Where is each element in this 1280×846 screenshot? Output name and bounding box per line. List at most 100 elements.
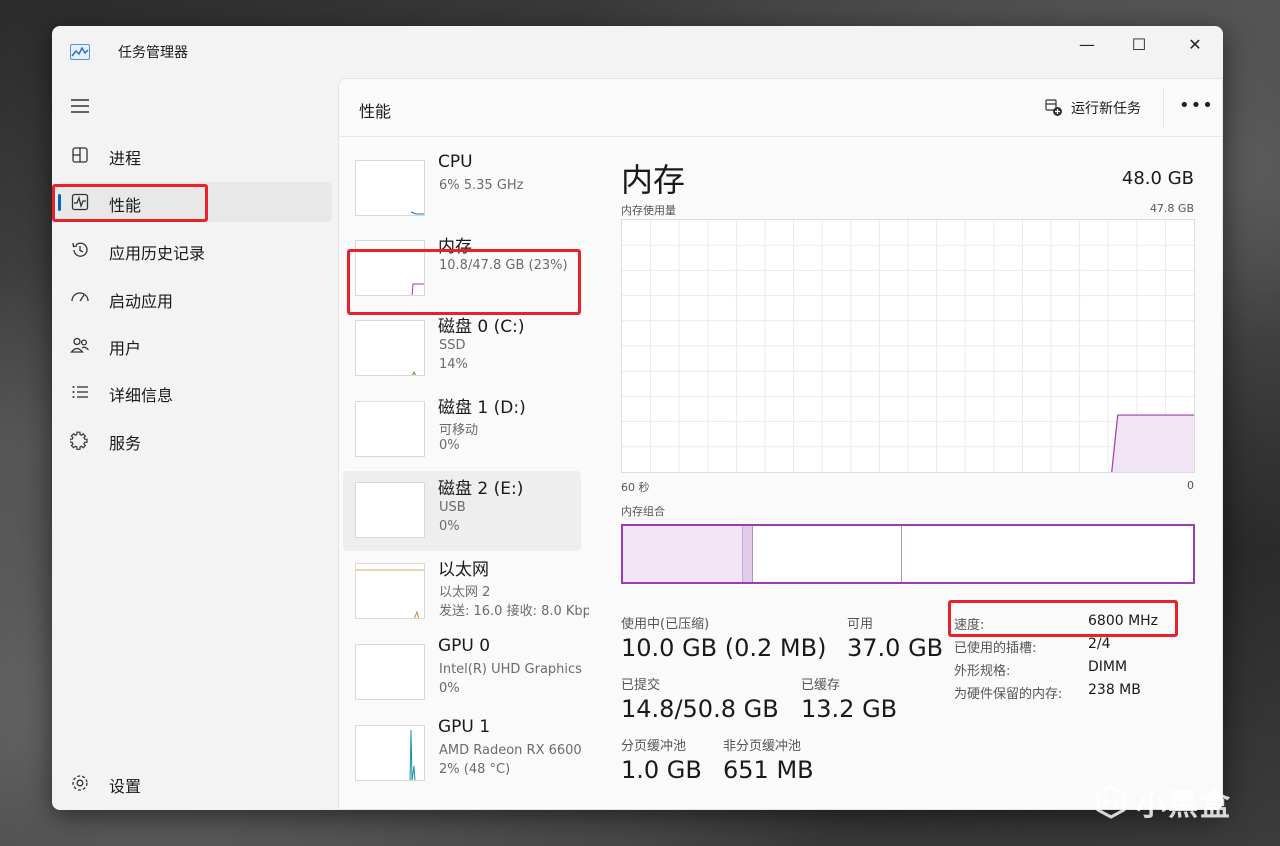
sidebar-item-label: 启动应用 <box>109 292 174 311</box>
sidebar-item-details[interactable]: 详细信息 <box>56 372 332 412</box>
resource-item-gpu-1[interactable]: GPU 1 AMD Radeon RX 6600 2% (48 °C) <box>343 714 582 794</box>
resource-subtitle: AMD Radeon RX 6600 <box>439 743 582 758</box>
resource-subtitle: Intel(R) UHD Graphics <box>439 662 582 677</box>
composition-divider <box>900 526 902 582</box>
run-task-icon <box>1045 99 1062 116</box>
more-options-button[interactable]: ••• <box>1179 95 1213 119</box>
spec-form-factor-label: 外形规格: <box>954 664 1011 679</box>
run-new-task-button[interactable]: 运行新任务 <box>1045 96 1141 120</box>
resource-name: CPU <box>438 152 473 172</box>
sidebar-item-app-history[interactable]: 应用历史记录 <box>56 230 332 270</box>
resource-name: 磁盘 0 (C:) <box>438 317 525 337</box>
graph-axis-right: 0 <box>1187 479 1194 492</box>
disk-2-thumbnail <box>355 482 425 538</box>
composition-divider <box>752 526 754 582</box>
stat-nonpaged-pool: 非分页缓冲池 651 MB <box>723 735 814 784</box>
memory-usage-area <box>1111 415 1194 472</box>
memory-usage-graph <box>621 219 1195 473</box>
detail-title: 内存 <box>621 161 686 199</box>
sidebar-item-label: 设置 <box>109 777 142 796</box>
sidebar-item-settings[interactable]: 设置 <box>56 763 332 803</box>
services-icon <box>70 431 88 450</box>
sidebar-item-label: 详细信息 <box>109 386 174 405</box>
watermark: 小黑盒 <box>1094 780 1232 824</box>
resource-item-ethernet[interactable]: 以太网 以太网 2 发送: 16.0 接收: 8.0 Kbps <box>343 552 589 632</box>
stat-committed: 已提交 14.8/50.8 GB <box>621 674 779 723</box>
stat-label: 使用中(已压缩) <box>621 617 710 632</box>
sidebar-item-users[interactable]: 用户 <box>56 325 332 365</box>
resource-throughput: 发送: 16.0 接收: 8.0 Kbps <box>439 604 589 619</box>
composition-label: 内存组合 <box>621 505 665 518</box>
processes-icon <box>72 147 88 163</box>
maximize-button[interactable]: ☐ <box>1116 26 1162 62</box>
sidebar-item-label: 应用历史记录 <box>109 244 206 263</box>
run-task-label: 运行新任务 <box>1071 101 1141 117</box>
disk-1-thumbnail <box>355 401 425 457</box>
spec-reserved-value: 238 MB <box>1088 682 1141 698</box>
minimize-button[interactable]: — <box>1064 26 1110 62</box>
stat-value: 1.0 GB <box>621 756 702 784</box>
stat-value: 37.0 GB <box>847 634 944 662</box>
content-header: 性能 运行新任务 ••• <box>339 79 1222 137</box>
resource-name: GPU 1 <box>438 717 491 737</box>
sidebar-item-startup-apps[interactable]: 启动应用 <box>56 278 332 318</box>
graph-title: 内存使用量 <box>621 204 676 217</box>
watermark-text: 小黑盒 <box>1136 788 1232 823</box>
sidebar-item-label: 用户 <box>109 339 142 358</box>
resource-name: 磁盘 2 (E:) <box>438 479 524 499</box>
spec-slots-label: 已使用的插槽: <box>954 641 1037 656</box>
resource-subtitle: 6% 5.35 GHz <box>439 178 524 193</box>
stat-available: 可用 37.0 GB <box>847 613 943 662</box>
minimize-icon: — <box>1079 34 1095 54</box>
resource-usage: 2% (48 °C) <box>439 762 511 777</box>
ethernet-thumbnail <box>355 563 425 619</box>
disk-0-thumbnail <box>355 320 425 376</box>
stat-label: 分页缓冲池 <box>621 739 687 754</box>
resource-name: 磁盘 1 (D:) <box>438 398 526 418</box>
composition-in-use <box>623 526 743 582</box>
app-title: 任务管理器 <box>118 45 188 61</box>
resource-usage: 14% <box>439 357 468 372</box>
memory-usage-chart <box>622 220 1194 473</box>
stat-label: 已缓存 <box>801 678 841 693</box>
details-icon <box>72 386 88 398</box>
resource-subtitle: 以太网 2 <box>439 585 491 600</box>
resource-item-disk-0[interactable]: 磁盘 0 (C:) SSD 14% <box>343 309 581 389</box>
sidebar-item-label: 进程 <box>109 149 142 168</box>
resource-subtitle: USB <box>439 500 466 515</box>
stat-value: 14.8/50.8 GB <box>621 695 779 723</box>
gpu-0-thumbnail <box>355 644 425 700</box>
graph-axis-left: 60 秒 <box>621 481 650 494</box>
sidebar-item-processes[interactable]: 进程 <box>56 135 332 175</box>
gpu-1-thumbnail <box>355 725 425 781</box>
spec-slots-value: 2/4 <box>1088 636 1111 652</box>
stat-paged-pool: 分页缓冲池 1.0 GB <box>621 735 702 784</box>
resource-name: 以太网 <box>438 560 489 580</box>
spec-form-factor-value: DIMM <box>1088 659 1128 675</box>
close-button[interactable]: ✕ <box>1172 26 1218 62</box>
task-manager-app-icon <box>70 44 90 60</box>
page-title: 性能 <box>359 102 392 121</box>
resource-subtitle: 可移动 <box>439 423 479 438</box>
resource-usage: 0% <box>439 681 460 696</box>
resource-item-disk-2[interactable]: 磁盘 2 (E:) USB 0% <box>343 471 581 551</box>
resource-item-cpu[interactable]: CPU 6% 5.35 GHz <box>343 149 581 229</box>
stat-value: 10.0 GB (0.2 MB) <box>621 634 827 662</box>
resource-item-gpu-0[interactable]: GPU 0 Intel(R) UHD Graphics 0% <box>343 633 582 713</box>
resource-item-disk-1[interactable]: 磁盘 1 (D:) 可移动 0% <box>343 390 581 470</box>
stat-label: 可用 <box>847 617 874 632</box>
resource-subtitle: SSD <box>439 338 466 353</box>
task-manager-window: 任务管理器 — ☐ ✕ 进程 性能 应用历史记录 启动应用 用户 详细信息 服务… <box>52 26 1223 810</box>
hamburger-menu-icon[interactable] <box>70 96 90 116</box>
users-icon <box>70 337 89 353</box>
maximize-icon: ☐ <box>1131 34 1147 54</box>
header-divider <box>1163 89 1164 127</box>
highlight-annotation-performance <box>52 184 208 222</box>
sidebar-item-services[interactable]: 服务 <box>56 420 332 460</box>
close-icon: ✕ <box>1188 34 1202 54</box>
gear-icon <box>72 775 88 791</box>
resource-usage: 0% <box>439 438 460 453</box>
stat-label: 已提交 <box>621 678 661 693</box>
watermark-logo-icon <box>1096 785 1126 819</box>
sidebar-item-label: 服务 <box>109 434 142 453</box>
